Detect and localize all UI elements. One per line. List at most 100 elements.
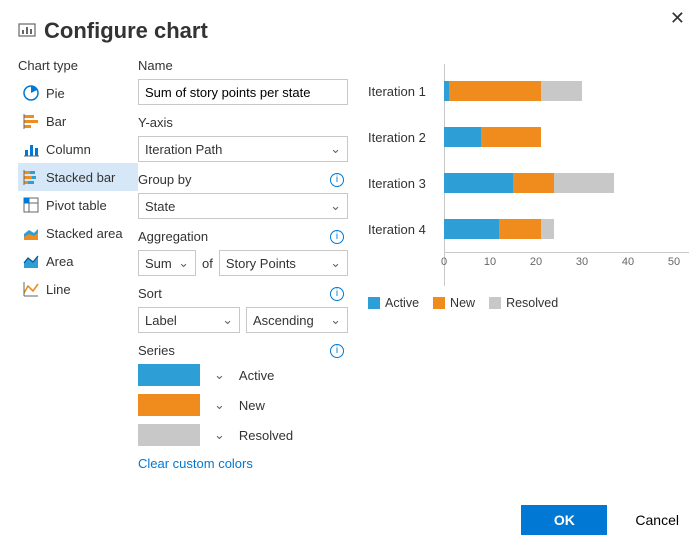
chart-tick: 20 bbox=[530, 256, 542, 268]
legend-label: New bbox=[450, 296, 475, 310]
pie-icon bbox=[22, 84, 40, 102]
dialog-title: Configure chart bbox=[44, 18, 208, 44]
chart-type-pivot[interactable]: Pivot table bbox=[18, 191, 138, 219]
chart-bar bbox=[444, 219, 699, 239]
chart-type-stacked-area[interactable]: Stacked area bbox=[18, 219, 138, 247]
chart-type-column[interactable]: Column bbox=[18, 135, 138, 163]
sort-by-select[interactable]: Label⌄ bbox=[138, 307, 240, 333]
series-row: ⌄ Active bbox=[138, 364, 348, 386]
chart-bar bbox=[444, 81, 699, 101]
aggregation-fn-select[interactable]: Sum ⌄ bbox=[138, 250, 196, 276]
chart-segment-active bbox=[444, 173, 513, 193]
aggregation-of-text: of bbox=[202, 256, 213, 271]
chevron-down-icon[interactable]: ⌄ bbox=[214, 427, 225, 443]
sort-label: Sorti bbox=[138, 286, 348, 301]
chart-type-pie[interactable]: Pie bbox=[18, 79, 138, 107]
chart-category-label: Iteration 4 bbox=[368, 222, 444, 237]
series-name: New bbox=[239, 398, 265, 413]
legend-item: Active bbox=[368, 296, 419, 310]
series-row: ⌄ Resolved bbox=[138, 424, 348, 446]
legend-item: Resolved bbox=[489, 296, 558, 310]
sort-dir-select[interactable]: Ascending ⌄ bbox=[246, 307, 348, 333]
legend-swatch bbox=[489, 297, 501, 309]
chart-tick: 30 bbox=[576, 256, 588, 268]
chart-tick: 40 bbox=[622, 256, 634, 268]
chart-type-label: Bar bbox=[46, 114, 66, 129]
chart-segment-resolved bbox=[541, 81, 582, 101]
series-label: Seriesi bbox=[138, 343, 348, 358]
chart-tick: 50 bbox=[668, 256, 680, 268]
legend-swatch bbox=[433, 297, 445, 309]
chart-bar bbox=[444, 173, 699, 193]
aggregation-field-select[interactable]: Story Points ⌄ bbox=[219, 250, 348, 276]
chart-segment-new bbox=[513, 173, 554, 193]
chart-config-icon bbox=[18, 21, 36, 42]
info-icon[interactable]: i bbox=[330, 230, 344, 244]
chart-segment-resolved bbox=[541, 219, 555, 239]
chart-segment-active bbox=[444, 127, 481, 147]
chevron-down-icon: ⌄ bbox=[178, 255, 189, 271]
yaxis-value: Iteration Path bbox=[145, 142, 222, 157]
chevron-down-icon[interactable]: ⌄ bbox=[214, 367, 225, 383]
chart-segment-active bbox=[444, 219, 499, 239]
chevron-down-icon: ⌄ bbox=[222, 312, 233, 328]
chart-segment-new bbox=[481, 127, 541, 147]
chart-type-stacked-bar[interactable]: Stacked bar bbox=[18, 163, 138, 191]
chart-row: Iteration 3 bbox=[368, 160, 699, 206]
chart-type-label: Chart type bbox=[18, 58, 138, 73]
series-name: Resolved bbox=[239, 428, 293, 443]
chart-type-label: Area bbox=[46, 254, 73, 269]
aggregation-fn-value: Sum bbox=[145, 256, 172, 271]
series-color-swatch[interactable] bbox=[138, 364, 200, 386]
aggregation-field-value: Story Points bbox=[226, 256, 296, 271]
chart-type-bar[interactable]: Bar bbox=[18, 107, 138, 135]
groupby-label: Group byi bbox=[138, 172, 348, 187]
column-icon bbox=[22, 140, 40, 158]
chevron-down-icon[interactable]: ⌄ bbox=[214, 397, 225, 413]
chart-row: Iteration 2 bbox=[368, 114, 699, 160]
series-color-swatch[interactable] bbox=[138, 424, 200, 446]
series-color-swatch[interactable] bbox=[138, 394, 200, 416]
chart-row: Iteration 4 bbox=[368, 206, 699, 252]
legend-item: New bbox=[433, 296, 475, 310]
chart-tick: 10 bbox=[484, 256, 496, 268]
chart-tick: 0 bbox=[441, 256, 447, 268]
yaxis-label: Y-axis bbox=[138, 115, 348, 130]
legend-swatch bbox=[368, 297, 380, 309]
cancel-button[interactable]: Cancel bbox=[635, 512, 679, 528]
ok-button[interactable]: OK bbox=[521, 505, 607, 535]
chart-category-label: Iteration 2 bbox=[368, 130, 444, 145]
chart-type-label: Stacked bar bbox=[46, 170, 115, 185]
chart-category-label: Iteration 3 bbox=[368, 176, 444, 191]
chart-type-area[interactable]: Area bbox=[18, 247, 138, 275]
chart-bar bbox=[444, 127, 699, 147]
info-icon[interactable]: i bbox=[330, 173, 344, 187]
chart-type-label: Pie bbox=[46, 86, 65, 101]
chevron-down-icon: ⌄ bbox=[330, 198, 341, 214]
chart-category-label: Iteration 1 bbox=[368, 84, 444, 99]
yaxis-select[interactable]: Iteration Path ⌄ bbox=[138, 136, 348, 162]
sort-dir-value: Ascending bbox=[253, 313, 314, 328]
chart-legend: Active New Resolved bbox=[368, 296, 699, 310]
stacked-bar-icon bbox=[22, 168, 40, 186]
aggregation-label: Aggregationi bbox=[138, 229, 348, 244]
chart-type-line[interactable]: Line bbox=[18, 275, 138, 303]
series-name: Active bbox=[239, 368, 274, 383]
groupby-select[interactable]: State ⌄ bbox=[138, 193, 348, 219]
chevron-down-icon: ⌄ bbox=[330, 255, 341, 271]
chevron-down-icon: ⌄ bbox=[330, 141, 341, 157]
stacked-area-icon bbox=[22, 224, 40, 242]
legend-label: Resolved bbox=[506, 296, 558, 310]
clear-colors-link[interactable]: Clear custom colors bbox=[138, 456, 348, 471]
chart-segment-new bbox=[449, 81, 541, 101]
series-row: ⌄ New bbox=[138, 394, 348, 416]
groupby-value: State bbox=[145, 199, 175, 214]
info-icon[interactable]: i bbox=[330, 287, 344, 301]
area-icon bbox=[22, 252, 40, 270]
chevron-down-icon: ⌄ bbox=[330, 312, 341, 328]
info-icon[interactable]: i bbox=[330, 344, 344, 358]
name-input[interactable] bbox=[138, 79, 348, 105]
chart-type-label: Line bbox=[46, 282, 71, 297]
close-button[interactable]: ✕ bbox=[670, 8, 685, 29]
chart-segment-resolved bbox=[554, 173, 614, 193]
